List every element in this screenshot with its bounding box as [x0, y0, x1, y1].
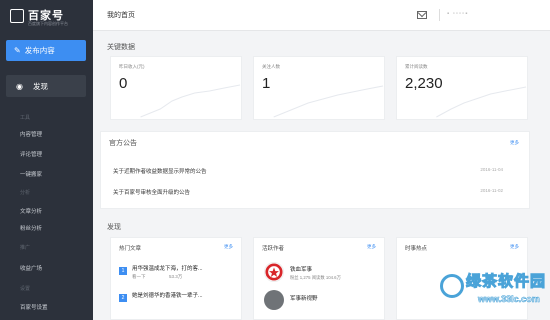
stat-label: 昨日收入(元) — [119, 64, 145, 69]
article-author: 看一下 — [132, 274, 146, 279]
active-authors-panel: 活跃作者 更多 铁血军事 粉丝 1,275 阅读数 104.6万 军事新视野 — [253, 237, 385, 320]
announcement-date: 2016-11-04 — [480, 167, 503, 172]
logo-subtitle: 百度旗下内容创作平台 — [28, 21, 68, 26]
announcement-date: 2016-11-02 — [480, 188, 503, 193]
publish-button[interactable]: ✎ 发布内容 — [6, 40, 86, 61]
announcement-text: 关于近期作者收益数据显示异常的公告 — [113, 169, 207, 175]
article-title[interactable]: 用华强温成龙下海，打的客... — [132, 264, 203, 272]
sidebar-item-one-click-move[interactable]: 一键搬家 — [20, 170, 42, 178]
publish-label: 发布内容 — [24, 46, 55, 55]
discover-title: 发现 — [107, 224, 121, 231]
author-name[interactable]: 铁血军事 — [290, 265, 312, 273]
mail-icon[interactable] — [417, 11, 427, 19]
logo-icon — [10, 9, 24, 23]
announcements-title: 官方公告 — [109, 140, 137, 147]
user-name[interactable]: ▪ ▫▫▫▫▪ — [447, 11, 468, 17]
eye-icon: ◉ — [16, 81, 23, 91]
active-authors-more-link[interactable]: 更多 — [367, 244, 376, 250]
watermark-logo-icon — [440, 274, 464, 298]
sparkline-chart — [436, 86, 527, 118]
author-name[interactable]: 军事新视野 — [290, 294, 318, 302]
star-logo-icon — [265, 263, 283, 281]
sidebar-item-content-management[interactable]: 内容管理 — [20, 130, 42, 138]
hot-articles-more-link[interactable]: 更多 — [224, 244, 233, 250]
divider — [439, 9, 440, 21]
article-title[interactable]: 她是刘德华的香港铁一辈子... — [132, 291, 203, 299]
announcements-panel: 官方公告 更多 关于近期作者收益数据显示异常的公告 2016-11-04 关于百… — [100, 131, 530, 209]
sidebar: 百家号 百度旗下内容创作平台 ✎ 发布内容 ◉ 发现 工具 内容管理 评论管理 … — [0, 0, 93, 320]
nav-section-promotion: 推广 — [20, 245, 31, 251]
watermark-text: 绿茶软件园 — [465, 273, 547, 291]
sidebar-item-revenue-square[interactable]: 收益广场 — [20, 264, 42, 272]
nav-section-settings: 设置 — [20, 286, 31, 292]
author-meta: 粉丝 1,275 阅读数 104.6万 — [290, 275, 341, 280]
discover-label: 发现 — [32, 81, 48, 91]
stat-card-reads[interactable]: 累计阅读数 2,230 — [396, 56, 528, 120]
announcements-more-link[interactable]: 更多 — [510, 140, 519, 146]
edit-icon: ✎ — [14, 46, 21, 55]
key-data-title: 关键数据 — [107, 44, 135, 51]
announcement-item[interactable]: 关于百家号审核全面升级的公告 2016-11-02 — [113, 188, 503, 196]
hot-topics-title: 时事热点 — [405, 246, 428, 252]
announcement-text: 关于百家号审核全面升级的公告 — [113, 190, 191, 196]
stat-card-income[interactable]: 昨日收入(元) 0 — [110, 56, 242, 120]
hot-articles-title: 热门文章 — [119, 246, 142, 252]
sidebar-item-fans-analysis[interactable]: 粉丝分析 — [20, 224, 42, 232]
rank-badge: 2 — [119, 294, 127, 302]
stat-label: 关注人数 — [262, 64, 280, 69]
article-views: 53.3万 — [169, 274, 183, 279]
nav-section-tools: 工具 — [20, 115, 31, 121]
watermark: 绿茶软件园 www.33lc.com — [440, 270, 548, 316]
top-bar: 我的首页 ▪ ▫▫▫▫▪ — [93, 0, 550, 31]
announcement-item[interactable]: 关于近期作者收益数据显示异常的公告 2016-11-04 — [113, 167, 503, 175]
rank-badge: 1 — [119, 267, 127, 275]
stat-card-followers[interactable]: 关注人数 1 — [253, 56, 385, 120]
sidebar-item-comment-management[interactable]: 评论管理 — [20, 150, 42, 158]
author-avatar[interactable] — [264, 262, 284, 282]
active-authors-title: 活跃作者 — [262, 246, 285, 252]
watermark-url: www.33lc.com — [478, 294, 540, 305]
author-avatar[interactable] — [264, 290, 284, 310]
hot-topics-more-link[interactable]: 更多 — [510, 244, 519, 250]
page-title: 我的首页 — [107, 12, 135, 19]
sidebar-item-account-settings[interactable]: 百家号设置 — [20, 303, 48, 311]
sidebar-item-article-analysis[interactable]: 文章分析 — [20, 207, 42, 215]
sparkline-chart — [273, 85, 384, 118]
logo[interactable]: 百家号 百度旗下内容创作平台 — [6, 5, 86, 29]
nav-section-analysis: 分析 — [20, 190, 31, 196]
stat-label: 累计阅读数 — [405, 64, 428, 69]
hot-articles-panel: 热门文章 更多 1 用华强温成龙下海，打的客... 看一下 53.3万 2 她是… — [110, 237, 242, 320]
sparkline-chart — [140, 84, 241, 118]
sidebar-item-discover[interactable]: ◉ 发现 — [6, 75, 86, 97]
